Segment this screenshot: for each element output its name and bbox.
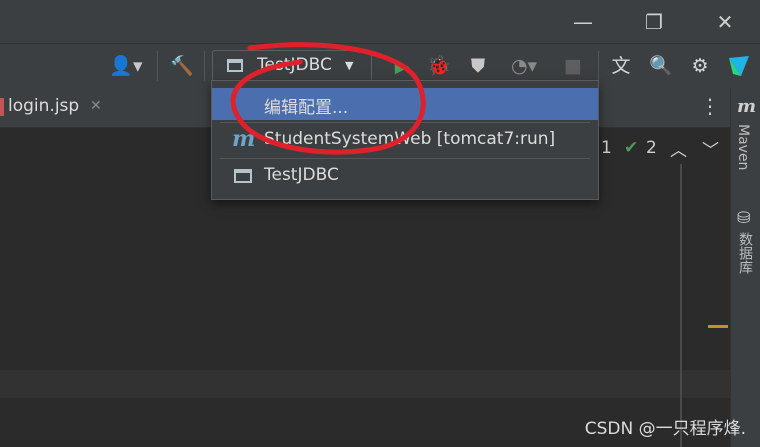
toolbar-separator	[204, 51, 205, 81]
search-icon[interactable]: 🔍	[647, 54, 675, 78]
maven-panel-tab[interactable]: Maven	[735, 124, 751, 170]
maven-icon: m	[232, 126, 256, 152]
minimize-button[interactable]: —	[568, 8, 598, 36]
debug-bug-icon[interactable]: 🐞	[426, 54, 452, 78]
run-config-icon	[227, 59, 243, 72]
current-line-highlight	[0, 370, 730, 398]
edit-configurations-item[interactable]: 编辑配置...	[212, 88, 598, 120]
toolbox-logo-icon[interactable]	[724, 54, 754, 78]
maven-icon: m	[737, 96, 757, 117]
tab-login-jsp[interactable]: login.jsp ✕	[0, 88, 115, 127]
coverage-icon[interactable]: ⛊	[464, 54, 492, 78]
translate-icon[interactable]: 文	[606, 54, 636, 78]
jsp-file-icon	[0, 98, 4, 116]
database-icon: ⛁	[737, 208, 751, 227]
check-icon: ✔	[624, 138, 639, 158]
toolbar-separator	[598, 51, 599, 81]
database-panel-tab[interactable]: 数据库	[735, 232, 755, 274]
chevron-down-icon: ▼	[345, 59, 354, 72]
restore-button[interactable]: ❐	[639, 8, 669, 36]
toolbar-separator	[157, 51, 158, 81]
checks-count[interactable]: 2	[646, 138, 657, 158]
run-config-label: TestJDBC	[257, 55, 332, 75]
warning-marker[interactable]	[708, 325, 728, 328]
title-bar: — ❐ ✕	[0, 0, 760, 43]
test-jdbc-item[interactable]: TestJDBC	[212, 160, 598, 192]
menu-divider	[220, 158, 590, 159]
run-configuration-selector[interactable]: TestJDBC ▼	[212, 50, 372, 82]
watermark-text: CSDN @一只程序烽.	[584, 419, 746, 439]
problems-count[interactable]: 1	[601, 138, 612, 158]
student-system-web-item[interactable]: m StudentSystemWeb [tomcat7:run]	[212, 124, 598, 156]
run-config-popup: 编辑配置... m StudentSystemWeb [tomcat7:run]…	[211, 80, 599, 200]
tab-close-icon[interactable]: ✕	[90, 98, 102, 114]
stop-icon[interactable]: ■	[562, 54, 584, 78]
build-hammer-icon[interactable]: 🔨	[168, 54, 196, 78]
tab-label: login.jsp	[8, 96, 80, 116]
menu-item-label: StudentSystemWeb [tomcat7:run]	[264, 129, 556, 149]
user-menu-icon[interactable]: 👤▾	[106, 54, 146, 78]
gear-icon[interactable]: ⚙	[686, 54, 714, 78]
editor-scrollbar[interactable]	[680, 164, 682, 447]
chevron-down-icon[interactable]: ﹀	[702, 136, 719, 161]
profile-icon[interactable]: ◔▾	[500, 54, 548, 78]
chevron-up-icon[interactable]: ︿	[670, 136, 687, 161]
menu-item-label: TestJDBC	[264, 165, 339, 185]
run-icon[interactable]: ▶	[390, 54, 414, 78]
menu-divider	[220, 122, 590, 123]
menu-item-label: 编辑配置...	[264, 98, 349, 118]
close-button[interactable]: ✕	[710, 8, 740, 36]
run-config-icon	[234, 169, 252, 183]
more-options-icon[interactable]: ⋮	[700, 94, 720, 118]
right-tool-strip: m Maven ⛁ 数据库	[730, 88, 760, 447]
